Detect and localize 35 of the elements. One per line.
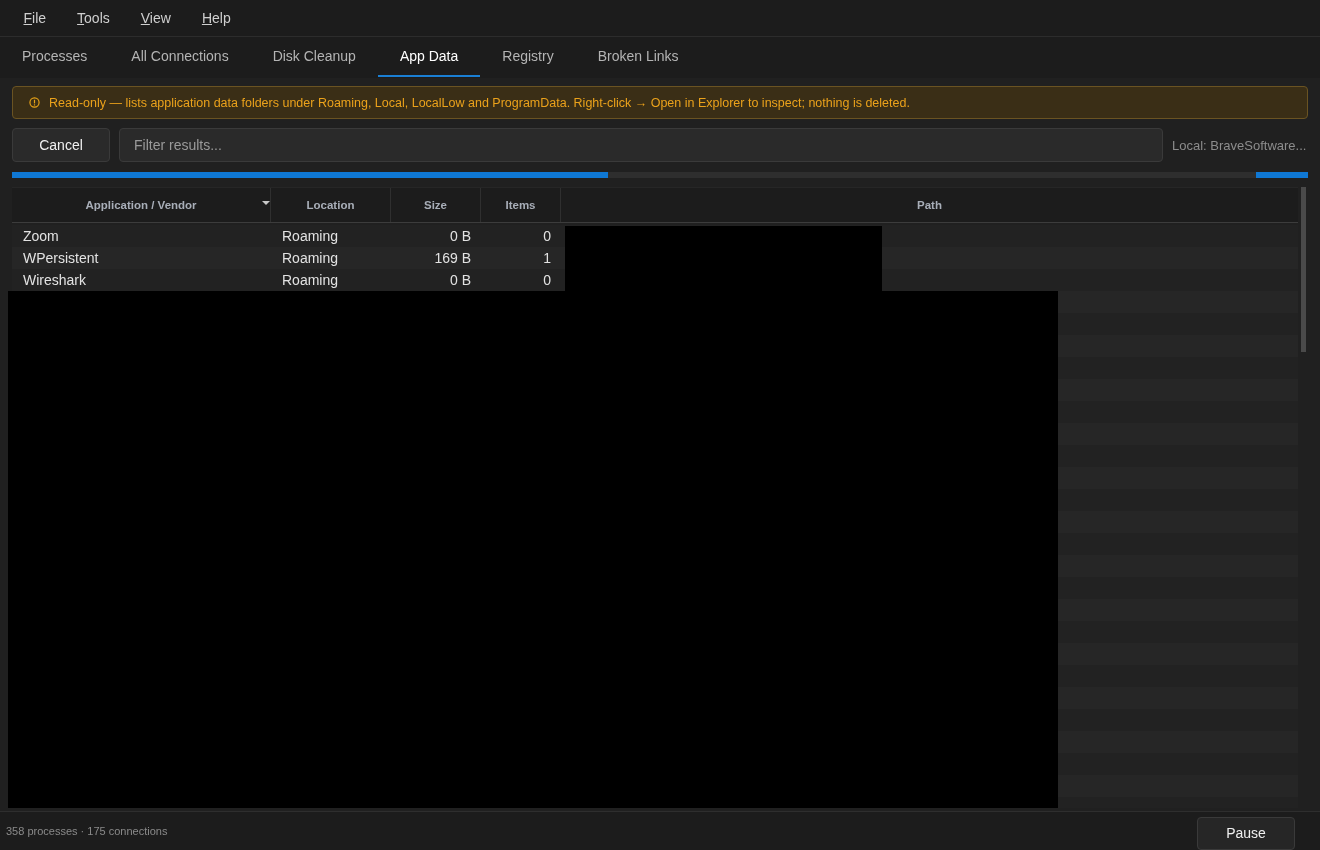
table-cell-text: Zoom — [22, 227, 60, 246]
column-header[interactable]: Size — [391, 188, 481, 222]
notice-text: Read-only — lists application data folders under Roaming, Local, LocalLow and ProgramData. Right-click → Open in Explorer to inspect; nothing is deleted. — [49, 95, 910, 110]
menu-item[interactable]: File — [8, 10, 62, 26]
alert-icon — [29, 97, 40, 108]
table-cell-text: 0 B — [449, 227, 472, 246]
tab[interactable]: Broken Links — [575, 37, 701, 77]
column-header[interactable]: Items — [481, 188, 561, 222]
status-text: 358 processes · 175 connections — [6, 825, 168, 837]
tab[interactable]: Registry — [480, 37, 576, 77]
tab[interactable]: Disk Cleanup — [250, 37, 378, 77]
menu-item[interactable]: View — [125, 10, 187, 26]
table-cell-text: 169 B — [433, 249, 472, 268]
table-cell-text: 0 B — [449, 271, 472, 290]
table-cell-text: 0 — [542, 227, 552, 246]
table-cell-text: Wireshark — [22, 271, 87, 290]
menu-item[interactable]: Tools — [61, 10, 126, 26]
table-cell-text: Roaming — [281, 249, 340, 268]
table-cell-text: 0 — [542, 271, 552, 290]
cancel-button[interactable]: Cancel — [12, 128, 110, 162]
menu-item[interactable]: Help — [186, 10, 247, 26]
pause-button[interactable]: Pause — [1197, 816, 1295, 850]
filter-field[interactable]: Filter results... — [119, 128, 1163, 162]
table-cell-text: 1 — [542, 249, 552, 268]
table-cell-text: WPersistent — [22, 249, 100, 268]
table-cell-text: Roaming — [281, 271, 340, 290]
tab[interactable]: Processes — [0, 37, 110, 77]
tab[interactable]: All Connections — [109, 37, 251, 77]
table-cell-text: Roaming — [281, 227, 340, 246]
column-header[interactable]: Location — [271, 188, 391, 222]
current-item-label: Local: BraveSoftware... — [1172, 137, 1308, 153]
scrollbar-thumb[interactable] — [1300, 187, 1306, 352]
column-header[interactable]: Path — [561, 188, 1298, 222]
column-header[interactable]: Application / Vendor — [12, 188, 271, 222]
tab[interactable]: App Data — [377, 37, 481, 77]
